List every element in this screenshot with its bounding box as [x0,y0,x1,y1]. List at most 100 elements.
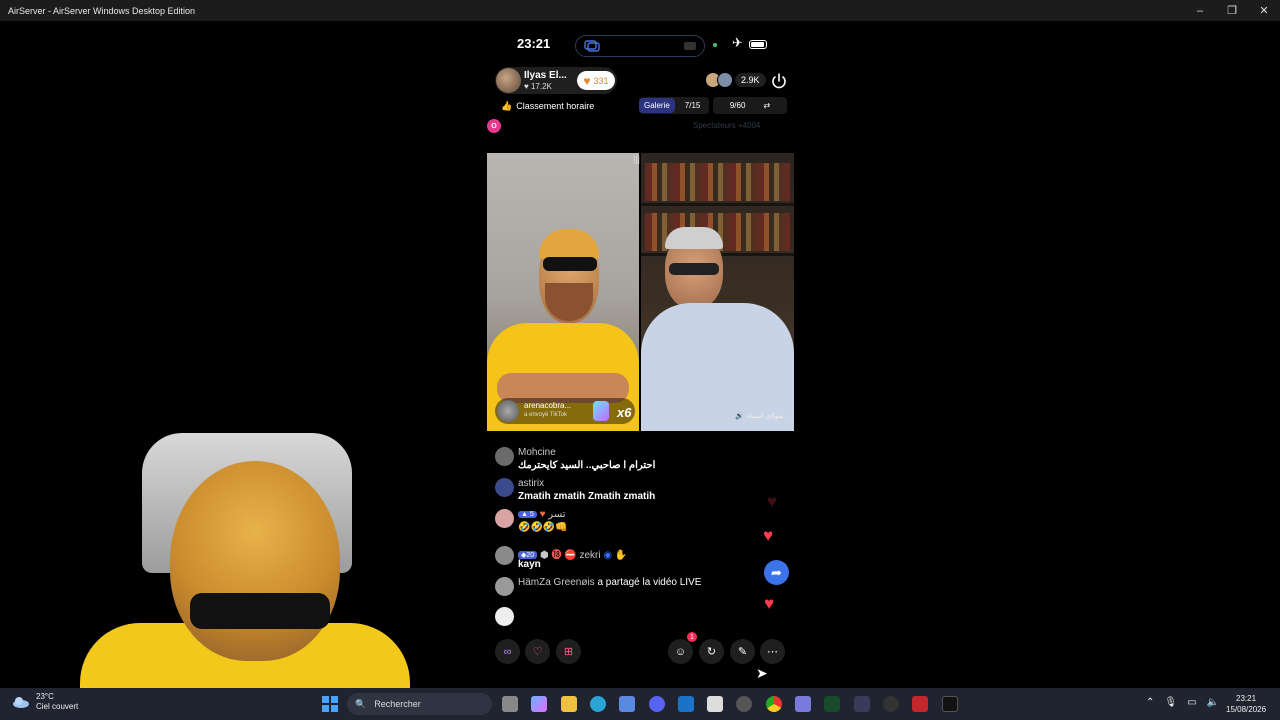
chrome-icon[interactable] [766,696,782,712]
minimize-button[interactable]: – [1184,0,1216,21]
tiktok-gift-icon [593,401,609,421]
magic-wand-icon: ✎ [737,646,748,658]
comment-button[interactable]: ☺ [668,639,693,664]
window-titlebar: AirServer - AirServer Windows Desktop Ed… [0,0,1280,21]
volume-icon[interactable]: 🔈 [1207,697,1219,708]
link-button[interactable]: ∞ [495,639,520,664]
age-badge-icon: ⓲ [551,550,562,561]
gift-sender-avatar [497,400,519,422]
app-a-icon[interactable] [824,696,840,712]
discord-icon[interactable] [649,696,665,712]
host-name: Ilyas El... [524,70,567,81]
chat-avatar [495,478,514,497]
outlook-icon[interactable] [678,696,694,712]
orange-heart-icon: ♥ [583,73,591,88]
level-badge: ▲ 5 [518,511,537,518]
status-bar: 23:21 ✈ [487,35,794,57]
viewer-avatar[interactable] [717,72,733,88]
host-hair [539,229,599,259]
close-button[interactable]: ✕ [1248,0,1280,21]
airserver-icon[interactable] [707,696,723,712]
edge-icon[interactable] [590,696,606,712]
power-icon[interactable] [770,72,788,90]
host-avatar[interactable] [496,68,521,93]
taskbar-clock[interactable]: 23:21 15/08/2026 [1226,693,1266,715]
pending-dot [495,607,514,626]
screen-mirror-icon [584,40,600,52]
store-icon[interactable] [619,696,635,712]
hand-icon: 👍 [501,100,513,111]
speaker-icon: 🔊 [735,413,745,420]
chat-avatar [495,577,514,596]
heart-icon: ♥ [763,526,774,545]
ranking-label: Classement horaire [516,101,595,111]
system-tray[interactable]: ⌃ 🎙 ▭ 🔈 [1146,697,1219,708]
chevron-up-icon[interactable]: ⌃ [1146,697,1154,708]
guest-hair [665,227,723,249]
windows-logo-icon [331,705,338,712]
hourly-ranking[interactable]: 👍 Classement horaire [495,98,600,114]
floating-hearts: ♥ ♥ ♥ ♥ [763,491,787,612]
grid-button[interactable]: ⊞ [556,639,581,664]
host-likes-value: 17.2K [530,82,552,91]
chat-text: kayn [518,559,541,570]
chat-user: astirix [518,478,545,489]
gallery-pill[interactable]: Galerie 7/15 [639,97,709,114]
windows-logo-icon [322,705,329,712]
share-live-button[interactable]: ↻ [699,639,724,664]
guest-label: 🔊 مولاي اسماء... [735,412,788,420]
app-red-icon[interactable] [912,696,928,712]
host-card[interactable]: Ilyas El... ♥ 17.2K ♥ 331 [495,67,617,94]
app-dark-icon[interactable] [883,696,899,712]
more-button[interactable]: ⋯ [760,639,785,664]
chat-user: تسر [548,509,566,520]
guest-video: 🔊 مولاي اسماء... [641,153,794,431]
heart-icon: ♥ [767,492,778,511]
windows-taskbar: 23°C Ciel couvert 🔍 Rechercher ⌃ 🎙 ▭ 🔈 23:… [0,688,1280,720]
microphone-icon[interactable]: 🎙 [1164,697,1177,708]
goal-counter[interactable]: 9/60 ⇄ [713,97,787,114]
app-black-icon[interactable] [942,696,958,712]
sponsor-text: Spectateurs +4004 [693,121,761,130]
search-placeholder: Rechercher [374,699,421,709]
chat-avatar [495,546,514,565]
heart-link-button[interactable]: ♡ [525,639,550,664]
gamepad-icon[interactable] [795,696,811,712]
host-likes: ♥ 17.2K [524,82,552,91]
gift-multiplier: x6 [617,405,632,420]
grid-icon: ⊞ [563,646,574,658]
badge-o[interactable]: O [487,119,501,133]
weather-widget[interactable]: 23°C Ciel couvert [12,692,78,712]
bottom-toolbar: ∞ ♡ ⊞ ☺ 1 ↻ ✎ ⋯ [487,632,794,665]
gift-banner: arenacobra... a envoyé TikTok x6 [495,398,635,424]
eye-charm-icon: ◉ [603,550,613,561]
windows-logo-icon [322,696,329,703]
file-explorer-icon[interactable] [561,696,577,712]
gallery-value: 7/15 [684,101,701,110]
bookshelf-row [645,163,790,201]
chat-user: zekri [579,550,601,561]
audio-bars-icon: ||| [633,154,641,164]
app-tv-icon[interactable] [854,696,870,712]
clock-app-icon[interactable] [736,696,752,712]
start-button[interactable] [322,696,338,712]
chat-text: Zmatih zmatih Zmatih zmatih [518,491,656,502]
no-entry-icon: ⛔ [564,550,577,561]
viewer-strip[interactable]: 2.9K [705,72,766,88]
counter-value: 9/60 [729,101,746,110]
chat-text: احترام ا صاحبي.. السيد كايحترمك [518,460,656,471]
effects-button[interactable]: ✎ [730,639,755,664]
taskbar-search[interactable]: 🔍 Rechercher [347,693,492,715]
follow-heart-pill[interactable]: ♥ 331 [577,71,615,90]
cloud-icon [13,697,29,708]
network-icon[interactable]: ▭ [1187,697,1196,708]
gift-subtitle: a envoyé TikTok [524,412,568,418]
maximize-button[interactable]: ❐ [1216,0,1248,21]
comment-icon: ☺ [674,645,687,658]
webcam-overlay [80,433,410,690]
link-icon: ∞ [503,645,512,658]
share-button[interactable]: ➦ [764,560,789,585]
battery-icon [749,40,767,49]
task-view-icon[interactable] [502,696,518,712]
copilot-icon[interactable] [531,696,547,712]
